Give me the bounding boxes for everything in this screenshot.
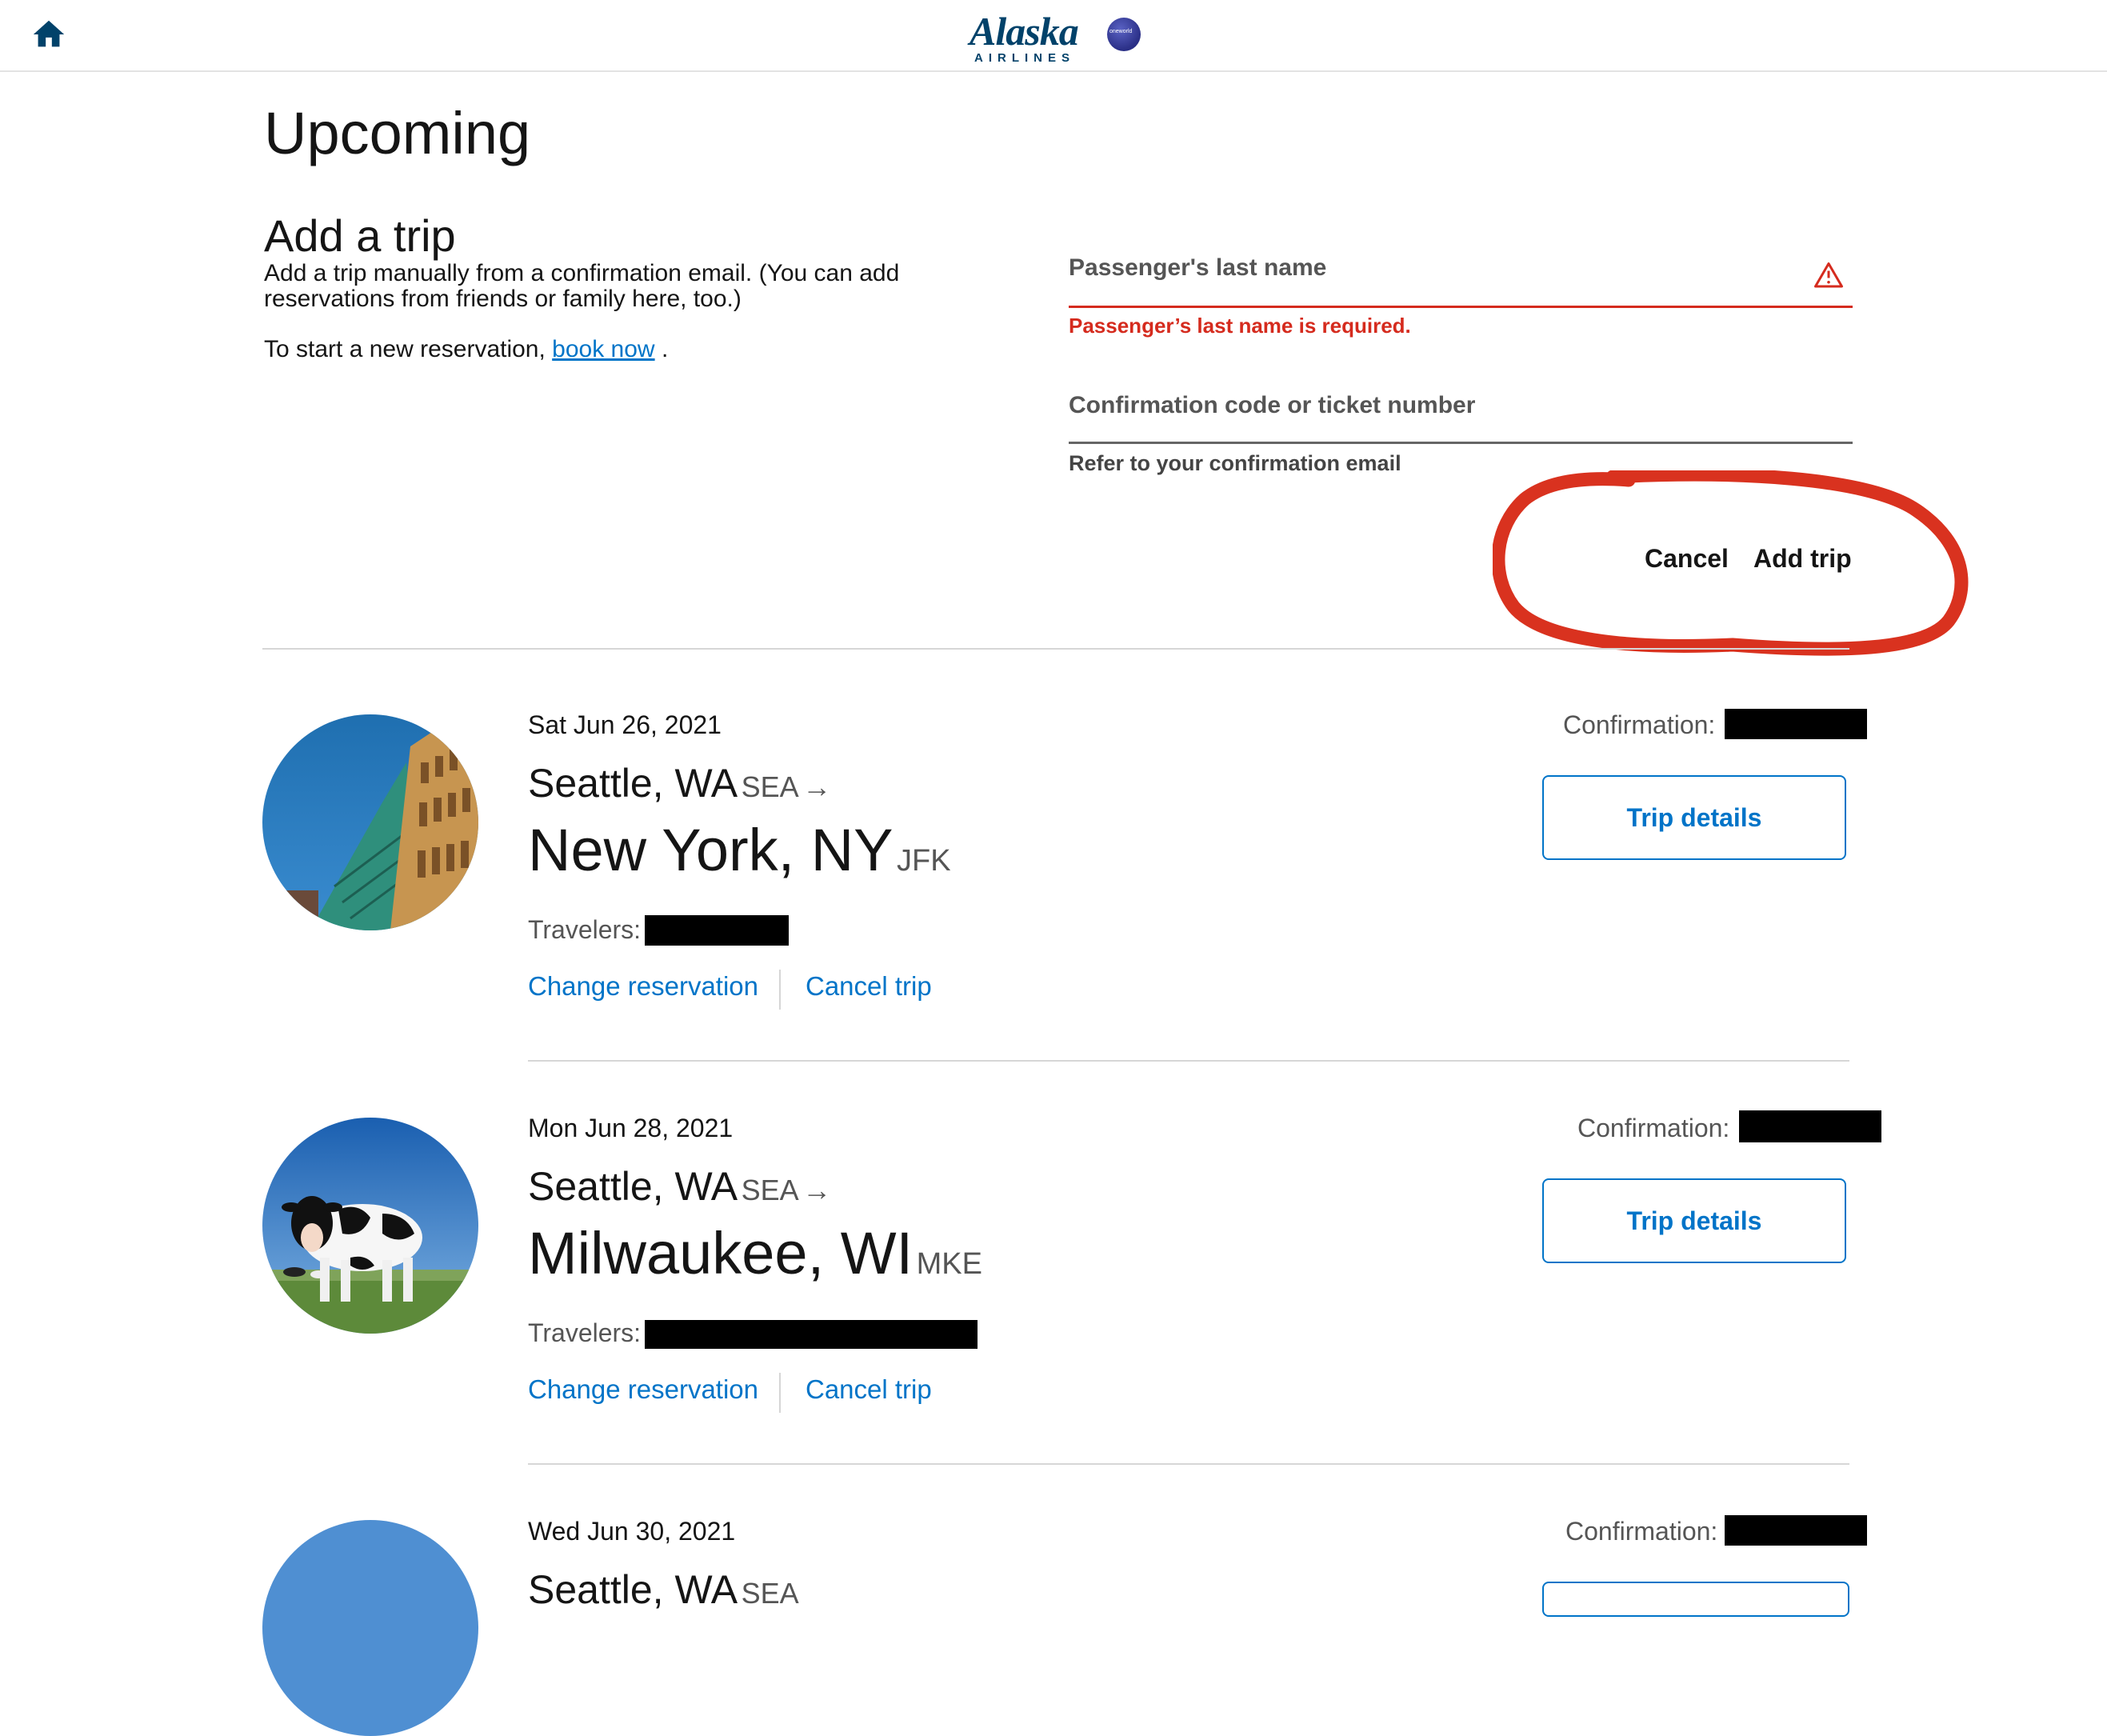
- page-title: Upcoming: [264, 100, 531, 166]
- origin-city: Seattle, WA: [528, 1567, 738, 1612]
- oneworld-logo: oneworld: [1107, 18, 1141, 51]
- origin-city: Seattle, WA: [528, 761, 738, 806]
- trip-image-milwaukee[interactable]: [262, 1118, 478, 1334]
- confirmation-code-label: Confirmation code or ticket number: [1069, 392, 1476, 418]
- destination-code: JFK: [897, 844, 951, 878]
- destination-code: MKE: [916, 1247, 982, 1281]
- link-separator: [779, 1373, 781, 1413]
- travelers-redacted: [645, 915, 789, 946]
- arrow-right-icon: →: [802, 1174, 832, 1206]
- add-trip-heading: Add a trip: [264, 210, 456, 261]
- alaska-logo-subtext: AIRLINES: [974, 51, 1076, 65]
- travelers-label: Travelers:: [528, 915, 642, 944]
- change-reservation-link[interactable]: Change reservation: [528, 971, 758, 1002]
- origin-code: SEA: [741, 1577, 799, 1610]
- trip-divider: [528, 1060, 1849, 1062]
- trip-image[interactable]: [262, 1520, 478, 1736]
- confirmation-code-hint: Refer to your confirmation email: [1069, 451, 1401, 475]
- trip-destination: Milwaukee, WI MKE: [528, 1219, 982, 1287]
- trip-date: Sat Jun 26, 2021: [528, 710, 722, 739]
- arrow-right-icon: →: [802, 770, 832, 803]
- travelers-redacted: [645, 1320, 978, 1349]
- trip-divider: [528, 1463, 1849, 1465]
- last-name-error: Passenger’s last name is required.: [1069, 314, 1411, 338]
- trip-details-button[interactable]: Trip details: [1542, 775, 1846, 860]
- trip-date: Wed Jun 30, 2021: [528, 1517, 736, 1546]
- link-separator: [779, 970, 781, 1010]
- trip-date: Mon Jun 28, 2021: [528, 1114, 734, 1142]
- warning-icon: [1814, 261, 1843, 288]
- alaska-logo[interactable]: Alaska: [970, 8, 1079, 54]
- add-trip-description: Add a trip manually from a confirmation …: [264, 260, 900, 312]
- destination-city: New York, NY: [528, 817, 894, 883]
- confirmation-code-input[interactable]: [1069, 419, 1853, 444]
- change-reservation-link[interactable]: Change reservation: [528, 1374, 758, 1405]
- confirmation-redacted: [1739, 1110, 1881, 1142]
- destination-city: Milwaukee, WI: [528, 1220, 914, 1286]
- red-circle-annotation: [1493, 470, 1969, 656]
- cancel-trip-link[interactable]: Cancel trip: [806, 1374, 932, 1405]
- travelers-label: Travelers:: [528, 1318, 642, 1347]
- new-reservation-prefix: To start a new reservation,: [264, 336, 553, 362]
- trip-destination: New York, NY JFK: [528, 816, 951, 884]
- section-divider: [262, 648, 1849, 650]
- last-name-label: Passenger's last name: [1069, 254, 1327, 281]
- new-reservation-text: To start a new reservation, book now .: [264, 336, 668, 363]
- confirmation-label: Confirmation:: [1577, 1114, 1730, 1142]
- home-icon[interactable]: [30, 16, 67, 53]
- oneworld-logo-text: oneworld: [1109, 29, 1133, 34]
- trip-origin: Seattle, WA SEA: [528, 1566, 799, 1613]
- origin-code: SEA: [741, 1174, 799, 1206]
- trip-image-new-york[interactable]: [262, 714, 478, 930]
- cancel-trip-link[interactable]: Cancel trip: [806, 971, 932, 1002]
- origin-code: SEA: [741, 770, 799, 803]
- book-now-link[interactable]: book now: [552, 336, 654, 362]
- confirmation-label: Confirmation:: [1563, 710, 1716, 739]
- new-reservation-suffix: .: [654, 336, 669, 362]
- confirmation-redacted: [1725, 1515, 1867, 1546]
- last-name-input[interactable]: [1069, 280, 1853, 308]
- confirmation-label: Confirmation:: [1565, 1517, 1718, 1546]
- confirmation-redacted: [1725, 709, 1867, 739]
- trip-origin: Seattle, WA SEA →: [528, 1163, 831, 1210]
- trip-details-button[interactable]: Trip details: [1542, 1178, 1846, 1263]
- trip-origin: Seattle, WA SEA →: [528, 760, 831, 806]
- trip-details-button[interactable]: [1542, 1582, 1849, 1617]
- origin-city: Seattle, WA: [528, 1164, 738, 1209]
